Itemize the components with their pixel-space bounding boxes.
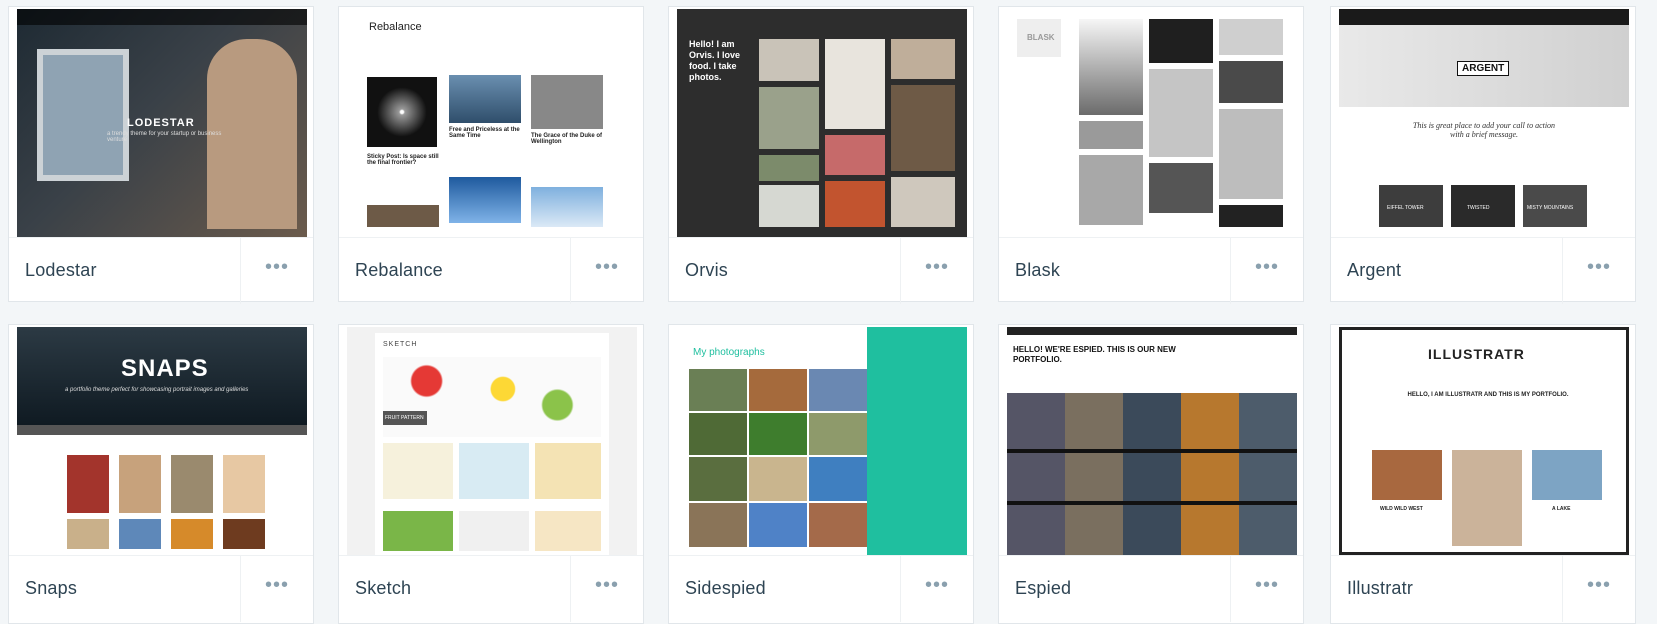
theme-card-footer: Orvis ••• [669, 237, 973, 304]
more-options-button[interactable]: ••• [1230, 556, 1303, 622]
theme-name[interactable]: Sketch [355, 578, 411, 599]
theme-screenshot[interactable]: My photographs [677, 327, 967, 555]
theme-card-blask[interactable]: BLASK Blask ••• [998, 6, 1304, 304]
theme-name[interactable]: Espied [1015, 578, 1071, 599]
theme-screenshot[interactable]: Rebalance Sticky Post: Is space still th… [347, 9, 637, 237]
theme-preview-tagline: a trendy theme for your startup or busin… [107, 131, 222, 143]
theme-card-argent[interactable]: ARGENT This is great place to add your c… [1330, 6, 1636, 304]
theme-preview-title: My photographs [693, 347, 765, 358]
theme-name[interactable]: Lodestar [25, 260, 97, 281]
theme-preview-title: Rebalance [369, 21, 422, 33]
more-options-button[interactable]: ••• [1562, 238, 1635, 304]
theme-card-illustratr[interactable]: ILLUSTRATR HELLO, I AM ILLUSTRATR AND TH… [1330, 324, 1636, 624]
theme-card-footer: Lodestar ••• [9, 237, 313, 304]
theme-preview-title: BLASK [1027, 33, 1055, 42]
pattern-badge: FRUIT PATTERN [385, 415, 424, 421]
more-options-button[interactable]: ••• [570, 556, 643, 622]
theme-card-footer: Argent ••• [1331, 237, 1635, 304]
project-label: MISTY MOUNTAINS [1527, 205, 1574, 211]
theme-preview-title: LODESTAR [127, 117, 195, 129]
theme-preview-tagline: a portfolio theme perfect for showcasing… [65, 387, 249, 393]
theme-card-snaps[interactable]: SNAPS a portfolio theme perfect for show… [8, 324, 314, 624]
theme-name[interactable]: Blask [1015, 260, 1060, 281]
theme-card-sketch[interactable]: SKETCH FRUIT PATTERN Sketch ••• [338, 324, 644, 624]
theme-grid: LODESTAR a trendy theme for your startup… [0, 0, 1657, 624]
theme-card-orvis[interactable]: Hello! I am Orvis. I love food. I take p… [668, 6, 974, 304]
theme-card-rebalance[interactable]: Rebalance Sticky Post: Is space still th… [338, 6, 644, 304]
theme-card-sidespied[interactable]: My photographs Sidespied ••• [668, 324, 974, 624]
theme-name[interactable]: Argent [1347, 260, 1401, 281]
theme-card-footer: Illustratr ••• [1331, 555, 1635, 622]
theme-name[interactable]: Illustratr [1347, 578, 1413, 599]
call-to-action: This is great place to add your call to … [1412, 121, 1556, 139]
project-label: WILD WILD WEST [1380, 506, 1423, 512]
post-title: The Grace of the Duke of Wellington [531, 133, 603, 145]
theme-card-footer: Espied ••• [999, 555, 1303, 622]
theme-card-lodestar[interactable]: LODESTAR a trendy theme for your startup… [8, 6, 314, 304]
project-label: TWISTED [1467, 205, 1490, 211]
theme-card-footer: Sketch ••• [339, 555, 643, 622]
theme-preview-title: ARGENT [1457, 61, 1510, 76]
post-title: Sticky Post: Is space still the final fr… [367, 154, 439, 166]
project-label: EIFFEL TOWER [1387, 205, 1424, 211]
theme-name[interactable]: Snaps [25, 578, 77, 599]
theme-card-espied[interactable]: HELLO! WE'RE ESPIED. THIS IS OUR NEW POR… [998, 324, 1304, 624]
theme-screenshot[interactable]: Hello! I am Orvis. I love food. I take p… [677, 9, 967, 237]
theme-card-footer: Blask ••• [999, 237, 1303, 304]
more-options-button[interactable]: ••• [1562, 556, 1635, 622]
theme-preview-title: SKETCH [383, 341, 418, 348]
theme-preview-title: Hello! I am Orvis. I love food. I take p… [689, 39, 741, 82]
post-title: Free and Priceless at the Same Time [449, 127, 520, 139]
theme-name[interactable]: Rebalance [355, 260, 443, 281]
theme-preview-title: HELLO! WE'RE ESPIED. THIS IS OUR NEW POR… [1013, 345, 1176, 364]
theme-name[interactable]: Sidespied [685, 578, 766, 599]
theme-card-footer: Snaps ••• [9, 555, 313, 622]
theme-name[interactable]: Orvis [685, 260, 728, 281]
theme-preview-title: SNAPS [121, 355, 209, 382]
more-options-button[interactable]: ••• [1230, 238, 1303, 304]
more-options-button[interactable]: ••• [900, 238, 973, 304]
theme-card-footer: Sidespied ••• [669, 555, 973, 622]
theme-screenshot[interactable]: LODESTAR a trendy theme for your startup… [17, 9, 307, 237]
more-options-button[interactable]: ••• [570, 238, 643, 304]
theme-screenshot[interactable]: SNAPS a portfolio theme perfect for show… [17, 327, 307, 555]
theme-preview-title: ILLUSTRATR [1428, 346, 1525, 362]
project-label: A LAKE [1552, 506, 1571, 512]
theme-screenshot[interactable]: ARGENT This is great place to add your c… [1339, 9, 1629, 237]
theme-preview-tagline: HELLO, I AM ILLUSTRATR AND THIS IS MY PO… [1407, 392, 1569, 398]
more-options-button[interactable]: ••• [900, 556, 973, 622]
theme-screenshot[interactable]: SKETCH FRUIT PATTERN [347, 327, 637, 555]
theme-screenshot[interactable]: BLASK [1007, 9, 1297, 237]
theme-screenshot[interactable]: ILLUSTRATR HELLO, I AM ILLUSTRATR AND TH… [1339, 327, 1629, 555]
theme-card-footer: Rebalance ••• [339, 237, 643, 304]
more-options-button[interactable]: ••• [240, 238, 313, 304]
more-options-button[interactable]: ••• [240, 556, 313, 622]
theme-screenshot[interactable]: HELLO! WE'RE ESPIED. THIS IS OUR NEW POR… [1007, 327, 1297, 555]
